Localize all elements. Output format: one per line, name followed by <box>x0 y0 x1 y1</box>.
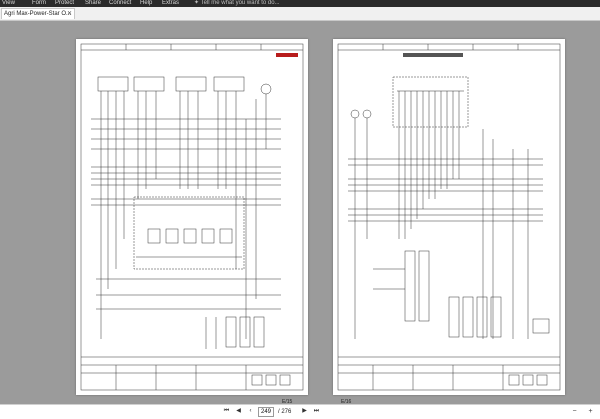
menu-view[interactable]: View <box>2 0 15 7</box>
last-page-icon[interactable]: ⏭ <box>312 407 321 416</box>
wiring-schematic-left <box>80 43 304 391</box>
zoom-out-icon[interactable]: − <box>570 407 579 416</box>
next-page-icon[interactable]: ▶ <box>300 407 309 416</box>
zoom-in-icon[interactable]: + <box>586 407 595 416</box>
schematic-page-left: E/15 <box>76 39 308 405</box>
wiring-schematic-right <box>337 43 561 391</box>
previous-view-icon[interactable]: ‹ <box>246 407 255 416</box>
previous-page-icon[interactable]: ◀ <box>234 407 243 416</box>
schematic-page-right: E/16 <box>333 39 565 405</box>
document-tab[interactable]: Agri Max-Power-Star O... ✕ <box>1 8 75 19</box>
first-page-icon[interactable]: ⏮ <box>222 407 231 416</box>
close-icon[interactable]: ✕ <box>67 9 72 19</box>
page-count: / 276 <box>278 409 292 415</box>
menu-extras[interactable]: Extras <box>162 0 179 7</box>
menu-ribbon: View Form Protect Share Connect Help Ext… <box>0 0 600 7</box>
status-bar: ⏮ ◀ ‹ 249 / 276 ▶ ⏭ − + <box>0 404 600 419</box>
menu-form[interactable]: Form <box>32 0 46 7</box>
menu-help[interactable]: Help <box>140 0 152 7</box>
document-tabbar: Agri Max-Power-Star O... ✕ <box>0 7 600 21</box>
search-placeholder: Tell me what you want to do... <box>200 0 280 6</box>
document-viewer[interactable]: E/15 E/16 <box>0 21 600 405</box>
document-tab-title: Agri Max-Power-Star O... <box>4 11 72 17</box>
page-number-input[interactable]: 249 <box>258 407 274 417</box>
menu-protect[interactable]: Protect <box>55 0 74 7</box>
menu-connect[interactable]: Connect <box>109 0 131 7</box>
menu-share[interactable]: Share <box>85 0 101 7</box>
search-box[interactable]: ✦ Tell me what you want to do... <box>194 0 314 7</box>
lightbulb-icon: ✦ <box>194 0 200 6</box>
